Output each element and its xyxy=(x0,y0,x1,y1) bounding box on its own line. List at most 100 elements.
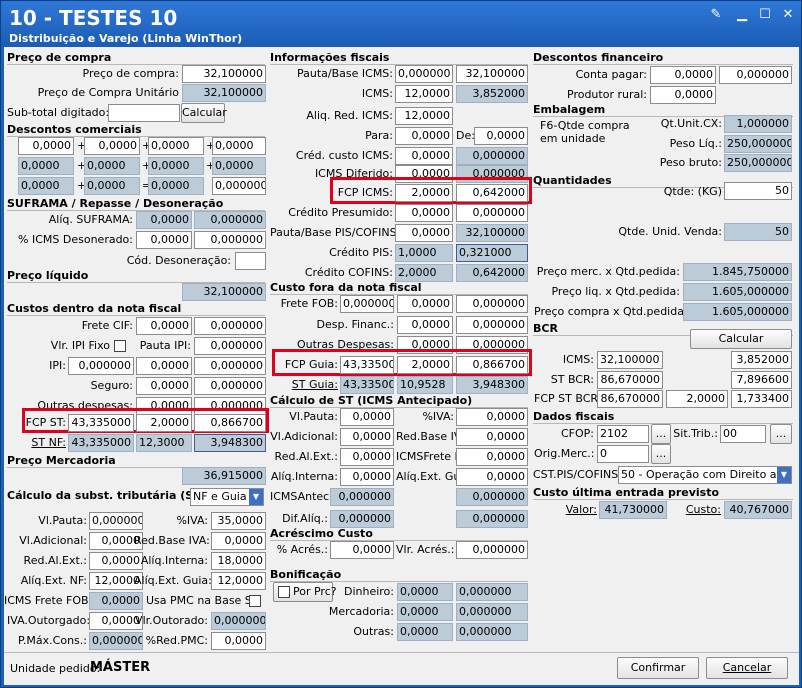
outras-bonif-value: 0,000000 xyxy=(456,623,528,641)
conta-pagar-value[interactable]: 0,000000 xyxy=(719,66,792,84)
pauta-icms-field[interactable]: 0,000000 xyxy=(395,65,453,83)
sittrib-lookup-button[interactable]: ... xyxy=(770,424,792,444)
fcp-icms-value[interactable]: 0,642000 xyxy=(456,184,528,202)
fcp-st-aliq[interactable]: 2,0000 xyxy=(136,414,192,432)
fcp-guia-base[interactable]: 43,335000 xyxy=(340,356,394,374)
st-icmsfrete-field[interactable]: 0,0000 xyxy=(456,448,528,466)
st-difaliq-field: 0,000000 xyxy=(330,510,394,528)
ipi-fixo-checkbox[interactable] xyxy=(114,340,126,352)
calcular-button[interactable]: Calcular xyxy=(181,103,227,123)
redbase-field[interactable]: 0,0000 xyxy=(211,532,266,550)
icms-desonerado-value[interactable]: 0,000000 xyxy=(194,231,266,249)
seguro-field[interactable]: 0,0000 xyxy=(136,377,192,395)
cfop-lookup-button[interactable]: ... xyxy=(651,424,671,444)
st-guia-base: 43,335000 xyxy=(340,376,394,394)
maximize-icon[interactable]: ☐ xyxy=(754,6,776,24)
icms-field[interactable]: 12,0000 xyxy=(395,85,453,103)
frete-fob-aliq[interactable]: 0,0000 xyxy=(397,295,453,313)
fcp-icms-field[interactable]: 2,0000 xyxy=(395,184,453,202)
conta-pagar-field[interactable]: 0,0000 xyxy=(650,66,716,84)
minimize-icon[interactable]: ▁ xyxy=(731,6,753,24)
st-piva-field[interactable]: 0,0000 xyxy=(456,408,528,426)
ipi-value-field[interactable]: 0,000000 xyxy=(194,357,266,375)
seguro-value[interactable]: 0,000000 xyxy=(194,377,266,395)
credito-pis-label: Crédito PIS: xyxy=(329,246,393,259)
pauta-pis-field[interactable]: 0,0000 xyxy=(395,224,453,242)
origmerc-lookup-button[interactable]: ... xyxy=(651,444,671,464)
pauta-pis-label: Pauta/Base PIS/COFINS: xyxy=(270,226,401,239)
bcr-icms-base[interactable]: 32,100000 xyxy=(597,351,663,369)
desc-r1-c4[interactable]: 0,0000 xyxy=(212,137,266,155)
fcp-st-base[interactable]: 43,335000 xyxy=(68,414,134,432)
cancelar-button[interactable]: Cancelar xyxy=(706,657,788,679)
bcr-icms-value[interactable]: 3,852000 xyxy=(731,351,792,369)
fcp-st-bcr-base[interactable]: 86,670000 xyxy=(597,390,663,408)
fcp-guia-aliq[interactable]: 2,0000 xyxy=(397,356,453,374)
desc-r1-c1[interactable]: 0,0000 xyxy=(18,137,74,155)
produtor-rural-field[interactable]: 0,0000 xyxy=(650,86,716,104)
credito-presumido-value[interactable]: 0,000000 xyxy=(456,204,528,222)
st-aliqinterna-label: Alíq.Interna: xyxy=(270,470,338,483)
st-nf-link[interactable]: ST NF: xyxy=(20,436,66,450)
st-guia-link[interactable]: ST Guia: xyxy=(276,378,338,392)
close-icon[interactable]: ✕ xyxy=(777,6,799,24)
valor-link[interactable]: Valor: xyxy=(549,503,597,517)
chevron-down-icon[interactable]: ▼ xyxy=(777,467,791,483)
st-bcr-value[interactable]: 7,896600 xyxy=(731,371,792,389)
origmerc-field[interactable]: 0 xyxy=(597,445,649,463)
st-redalext-field[interactable]: 0,0000 xyxy=(340,448,394,466)
pauta-ipi-field[interactable]: 0,000000 xyxy=(194,337,266,355)
redpmc-field[interactable]: 0,0000 xyxy=(211,632,266,650)
confirmar-button[interactable]: Confirmar xyxy=(617,657,699,679)
st-vlpauta-field[interactable]: 0,0000 xyxy=(340,408,394,426)
piva-field[interactable]: 35,0000 xyxy=(211,512,266,530)
fcp-st-bcr-value[interactable]: 1,733400 xyxy=(731,390,792,408)
icms-desonerado-field[interactable]: 0,0000 xyxy=(136,231,192,249)
subtotal-field[interactable] xyxy=(108,104,180,122)
edit-icon[interactable]: ✎ xyxy=(705,6,727,24)
st-redbase-field[interactable]: 0,0000 xyxy=(456,428,528,446)
section-dados-fiscais: Dados fiscais xyxy=(533,410,615,423)
frete-cif-field[interactable]: 0,0000 xyxy=(136,317,192,335)
frete-fob-value[interactable]: 0,000000 xyxy=(456,295,528,313)
pauta-icms-value[interactable]: 32,100000 xyxy=(456,65,528,83)
ipi-base-field[interactable]: 0,000000 xyxy=(68,357,134,375)
desp-financ-value[interactable]: 0,000000 xyxy=(456,316,528,334)
frete-cif-value[interactable]: 0,000000 xyxy=(194,317,266,335)
cst-select[interactable]: 50 - Operação com Direito a Cr ▼ xyxy=(618,466,792,484)
de-field[interactable]: 0,0000 xyxy=(474,127,528,145)
st-aliqinterna-field[interactable]: 0,0000 xyxy=(340,468,394,486)
fcp-st-bcr-aliq[interactable]: 2,0000 xyxy=(666,390,728,408)
desp-financ-field[interactable]: 0,0000 xyxy=(397,316,453,334)
st-bcr-base[interactable]: 86,670000 xyxy=(597,371,663,389)
vlpauta-field[interactable]: 0,000000 xyxy=(89,512,143,530)
pacres-field[interactable]: 0,0000 xyxy=(330,541,394,559)
aliqinterna-field[interactable]: 18,0000 xyxy=(211,552,266,570)
section-descontos-financeiro: Descontos financeiro xyxy=(533,51,664,64)
preco-compra-field[interactable]: 32,100000 xyxy=(182,65,266,83)
st-aliqextguia-field[interactable]: 0,0000 xyxy=(456,468,528,486)
usapmc-checkbox[interactable] xyxy=(249,595,261,607)
ipi-aliq-field[interactable]: 0,0000 xyxy=(136,357,192,375)
fcp-st-value[interactable]: 0,866700 xyxy=(194,414,266,432)
fcp-guia-value[interactable]: 0,866700 xyxy=(456,356,528,374)
aliqextguia-field[interactable]: 12,0000 xyxy=(211,572,266,590)
vlracres-field[interactable]: 0,000000 xyxy=(456,541,528,559)
credito-presumido-field[interactable]: 0,0000 xyxy=(395,204,453,222)
cfop-field[interactable]: 2102 xyxy=(597,425,649,443)
desc-r1-c2[interactable]: 0,0000 xyxy=(84,137,140,155)
st-vladicional-field[interactable]: 0,0000 xyxy=(340,428,394,446)
para-field[interactable]: 0,0000 xyxy=(395,127,453,145)
section-preco-compra: Preço de compra xyxy=(7,51,112,64)
qtde-field[interactable]: 50 xyxy=(724,182,792,200)
bcr-calcular-button[interactable]: Calcular xyxy=(690,329,792,349)
custo-link[interactable]: Custo: xyxy=(676,503,721,517)
chevron-down-icon[interactable]: ▼ xyxy=(249,489,263,505)
cod-desoneracao-field[interactable] xyxy=(235,252,266,270)
cred-custo-icms-field[interactable]: 0,0000 xyxy=(395,147,453,165)
sittrib-field[interactable]: 00 xyxy=(720,425,766,443)
desc-r1-c3[interactable]: 0,0000 xyxy=(148,137,204,155)
aliq-red-icms-field[interactable]: 12,0000 xyxy=(395,107,453,125)
st-mode-select[interactable]: NF e Guia ▼ xyxy=(190,488,264,506)
frete-fob-base[interactable]: 0,000000 xyxy=(340,295,394,313)
